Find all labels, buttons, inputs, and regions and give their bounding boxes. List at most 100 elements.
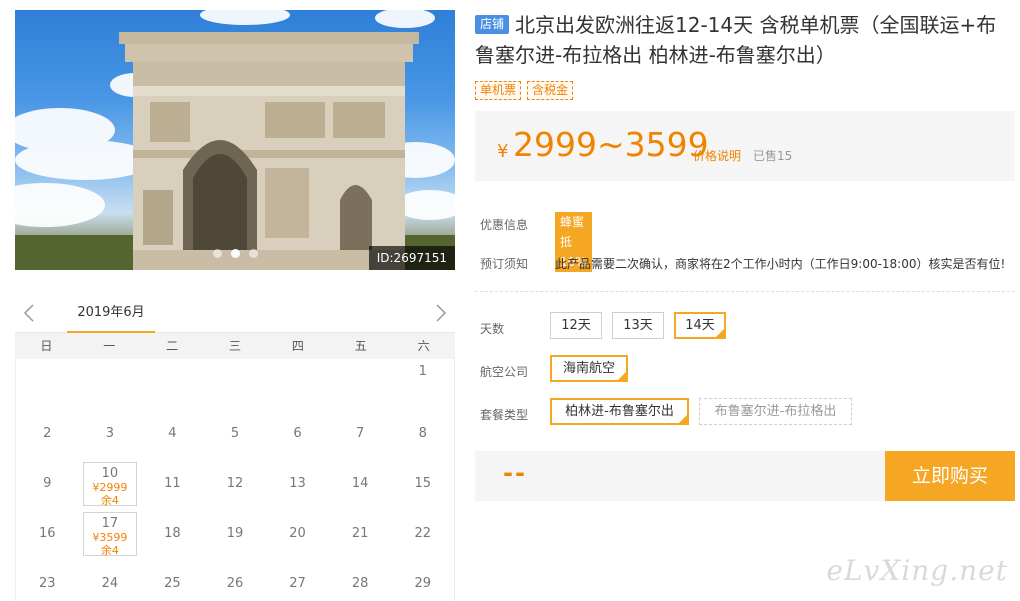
- weekday-label: 一: [103, 339, 116, 353]
- calendar-day-stock: 余4: [100, 544, 119, 557]
- gallery-dot-3[interactable]: [249, 249, 258, 258]
- calendar-day-number: 17: [101, 516, 119, 531]
- price-calendar: 2019年6月 日 一 二 三 四 五 六 1 2 3 4 5 6 7 8 9 10 ¥2999 余4…: [15, 296, 455, 601]
- calendar-day-price: ¥3599: [92, 531, 128, 544]
- calendar-weekday-row: 日 一 二 三 四 五 六: [15, 333, 455, 359]
- calendar-day-number: 8: [418, 426, 427, 441]
- calendar-day: 13: [266, 459, 329, 509]
- gallery-dots: [213, 249, 258, 258]
- weekday-label: 六: [417, 339, 430, 353]
- tag-tax-included: 含税金: [527, 81, 574, 100]
- calendar-day-number: 27: [289, 576, 306, 591]
- calendar-day: [79, 359, 142, 409]
- calendar-header: 2019年6月: [15, 296, 455, 333]
- calendar-day: 24: [79, 559, 142, 601]
- calendar-day: 2: [16, 409, 79, 459]
- calendar-day: [204, 359, 267, 409]
- calendar-day-price: ¥2999: [92, 481, 128, 494]
- calendar-day-number: 16: [39, 526, 56, 541]
- calendar-day-number: 15: [414, 476, 431, 491]
- calendar-next-button[interactable]: [430, 302, 450, 324]
- product-title-text: 北京出发欧洲往返12-14天 含税单机票（全国联运+布鲁塞尔进-布拉格出 柏林进…: [475, 13, 997, 67]
- calendar-day: 18: [141, 509, 204, 559]
- tag-single-ticket: 单机票: [475, 81, 522, 100]
- calendar-day: 7: [329, 409, 392, 459]
- calendar-day: 15: [391, 459, 454, 509]
- calendar-day-number: 19: [226, 526, 244, 541]
- calendar-month-tab[interactable]: 2019年6月: [67, 296, 155, 333]
- calendar-day-number: 29: [414, 576, 431, 591]
- calendar-day-number: 23: [39, 576, 56, 591]
- weekday-label: 三: [228, 339, 241, 353]
- calendar-day: [266, 359, 329, 409]
- calendar-day-number: 7: [355, 426, 365, 441]
- calendar-day-number: 24: [101, 576, 119, 591]
- gallery-dot-1[interactable]: [213, 249, 222, 258]
- calendar-day: 28: [329, 559, 392, 601]
- calendar-day: [16, 359, 79, 409]
- weekday-label: 日: [40, 339, 53, 353]
- calendar-day: 5: [204, 409, 267, 459]
- product-photo[interactable]: ID:2697151: [15, 10, 455, 270]
- calendar-grid: 1 2 3 4 5 6 7 8 9 10 ¥2999 余4 11 12 13 14 15 16 17 ¥3599 余4 1…: [15, 359, 455, 601]
- calendar-day: 3: [79, 409, 142, 459]
- calendar-day: 1: [391, 359, 454, 409]
- calendar-day-number: 26: [226, 576, 244, 591]
- calendar-day: 20: [266, 509, 329, 559]
- calendar-day: 11: [141, 459, 204, 509]
- calendar-day-number: 21: [351, 526, 369, 541]
- calendar-prev-button[interactable]: [20, 302, 40, 324]
- weekday-label: 二: [166, 339, 179, 353]
- calendar-day-number: 12: [226, 476, 244, 491]
- days-option-13[interactable]: 13天: [612, 312, 664, 339]
- notice-text: 此产品需要二次确认，商家将在2个工作小时内（工作日9:00-18:00）核实是否…: [555, 257, 1006, 271]
- chevron-right-icon: [436, 304, 447, 322]
- section-divider: [475, 291, 1015, 292]
- calendar-day-number: 6: [293, 426, 302, 441]
- price-explain-link[interactable]: 价格说明: [693, 147, 741, 164]
- product-detail-panel: 店铺 北京出发欧洲往返12-14天 含税单机票（全国联运+布鲁塞尔进-布拉格出 柏…: [475, 0, 1015, 601]
- shop-badge[interactable]: 店铺: [475, 15, 510, 34]
- total-price: --: [503, 459, 527, 487]
- notice-row: 预订须知 此产品需要二次确认，商家将在2个工作小时内（工作日9:00-18:00…: [480, 255, 1005, 272]
- calendar-day-number: 25: [164, 576, 181, 591]
- calendar-day-number: 22: [414, 526, 431, 541]
- calendar-day: 27: [266, 559, 329, 601]
- calendar-day-number: 5: [230, 426, 240, 441]
- calendar-day: 16: [16, 509, 79, 559]
- days-option-12[interactable]: 12天: [550, 312, 602, 339]
- package-option-brussels-prague[interactable]: 布鲁塞尔进-布拉格出: [699, 398, 852, 425]
- calendar-day: 19: [204, 509, 267, 559]
- calendar-day-number: 20: [289, 526, 306, 541]
- weekday-label: 四: [291, 339, 304, 353]
- buy-now-button[interactable]: 立即购买: [885, 451, 1015, 501]
- calendar-day: 12: [204, 459, 267, 509]
- calendar-day-number: 9: [43, 476, 52, 491]
- arc-de-triomphe-illustration: [15, 10, 455, 270]
- calendar-day: 26: [204, 559, 267, 601]
- calendar-day-number: 2: [43, 426, 52, 441]
- calendar-day-number: 11: [164, 476, 181, 491]
- chevron-left-icon: [23, 304, 34, 322]
- calendar-day-number: 4: [168, 426, 177, 441]
- calendar-day-number: 14: [351, 476, 369, 491]
- package-label: 套餐类型: [480, 408, 529, 422]
- calendar-day-number: 1: [418, 364, 427, 379]
- calendar-day-number: 10: [101, 466, 119, 481]
- gallery-dot-2[interactable]: [231, 249, 240, 258]
- airline-label: 航空公司: [480, 365, 529, 379]
- calendar-day-number: 28: [351, 576, 369, 591]
- calendar-day: 23: [16, 559, 79, 601]
- days-option-14[interactable]: 14天: [674, 312, 726, 339]
- calendar-day: 25: [141, 559, 204, 601]
- calendar-day: 8: [391, 409, 454, 459]
- airline-option-hainan[interactable]: 海南航空: [550, 355, 628, 382]
- calendar-day-number: 3: [105, 426, 114, 441]
- notice-label: 预订须知: [480, 257, 529, 271]
- calendar-day-number: 18: [164, 526, 181, 541]
- package-option-berlin-brussels[interactable]: 柏林进-布鲁塞尔出: [550, 398, 689, 425]
- calendar-day: 4: [141, 409, 204, 459]
- calendar-day-bookable[interactable]: 17 ¥3599 余4: [82, 512, 138, 557]
- calendar-day-stock: 余4: [100, 494, 119, 507]
- calendar-day-bookable[interactable]: 10 ¥2999 余4: [82, 462, 138, 507]
